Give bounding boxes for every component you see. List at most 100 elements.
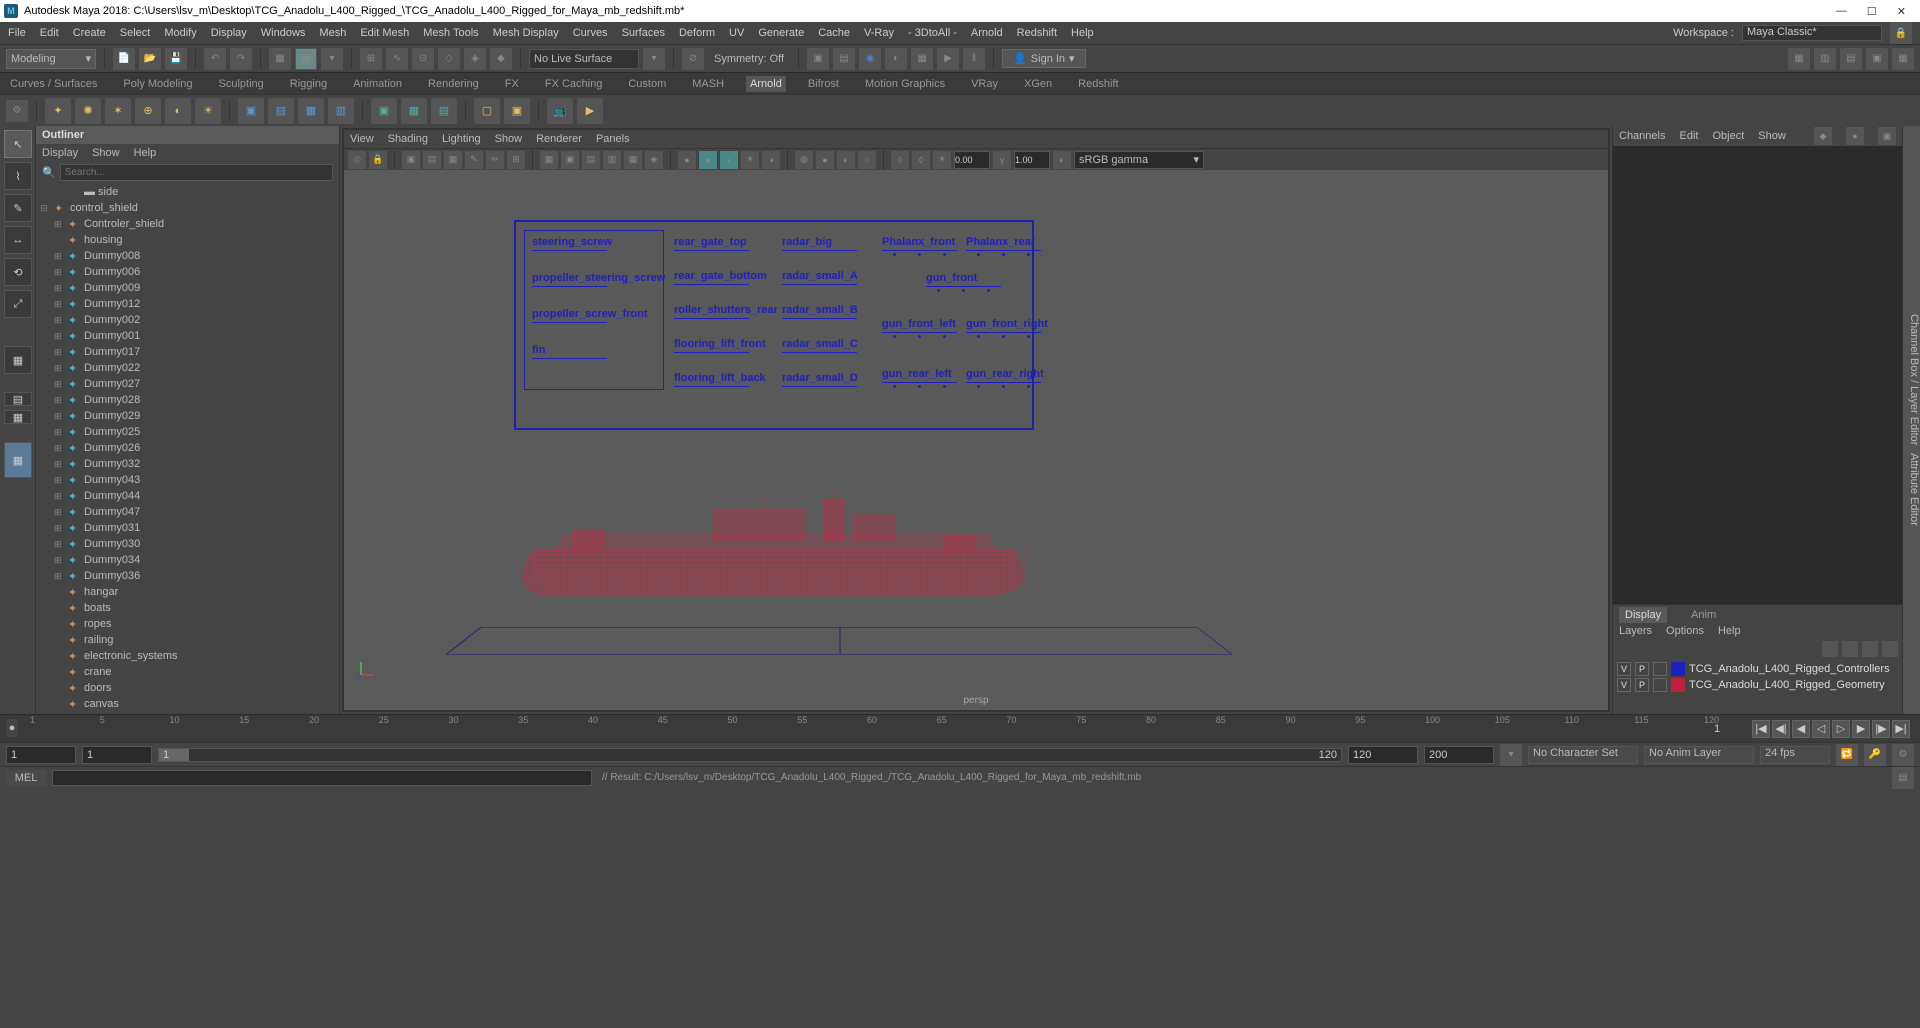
menu-windows[interactable]: Windows [261, 27, 306, 39]
outliner-node[interactable]: ✦doors [40, 680, 335, 696]
menu-file[interactable]: File [8, 27, 26, 39]
layer-tab-display[interactable]: Display [1619, 607, 1667, 623]
shelf-tab-arnold[interactable]: Arnold [746, 76, 786, 92]
outliner-menu-display[interactable]: Display [42, 147, 78, 159]
rig-control-rear_gate_bottom[interactable]: rear_gate_bottom [674, 270, 749, 285]
undo-icon[interactable]: ↶ [204, 48, 226, 70]
rig-control-radar_small_C[interactable]: radar_small_C [782, 338, 857, 353]
arnold-skydome-icon[interactable]: ✺ [75, 98, 101, 124]
outliner-node[interactable]: ⊞✦Dummy027 [40, 376, 335, 392]
range-start-field[interactable] [6, 746, 76, 764]
vp-colorspace-dropdown[interactable]: sRGB gamma▾ [1074, 151, 1204, 169]
vp-2d-zoom-icon[interactable]: ▦ [444, 151, 462, 169]
outliner-node[interactable]: ⊞✦Dummy032 [40, 456, 335, 472]
rig-control-Phalanx_front[interactable]: Phalanx_front [882, 236, 957, 256]
script-lang-button[interactable]: MEL [6, 770, 46, 786]
time-slider[interactable]: ● 15101520253035404550556065707580859095… [0, 714, 1920, 742]
outliner-node[interactable]: ⊞✦Dummy025 [40, 424, 335, 440]
rig-control-fin[interactable]: fin [532, 344, 607, 359]
vp-lights-icon[interactable]: ☀ [741, 151, 759, 169]
layer-menu-layers[interactable]: Layers [1619, 625, 1652, 641]
shelf-gear-icon[interactable]: ⚙ [6, 100, 28, 122]
close-icon[interactable]: ✕ [1897, 5, 1906, 18]
shelf-tab-vray[interactable]: VRay [967, 76, 1002, 92]
rig-control-rear_gate_top[interactable]: rear_gate_top [674, 236, 749, 251]
vp-wire-icon[interactable]: ◈ [645, 151, 663, 169]
vp-snap-icon[interactable]: ⊞ [507, 151, 525, 169]
arnold-volume-icon[interactable]: ▥ [328, 98, 354, 124]
snap-curve-icon[interactable]: ∿ [386, 48, 408, 70]
rig-control-gun_front[interactable]: gun_front [926, 272, 1001, 292]
outliner-node[interactable]: ⊞✦Dummy001 [40, 328, 335, 344]
outliner-node[interactable]: ✦boats [40, 600, 335, 616]
rtab-object[interactable]: Object [1712, 130, 1744, 142]
vp-smooth-icon[interactable]: ● [699, 151, 717, 169]
layer-menu-options[interactable]: Options [1666, 625, 1704, 641]
vp-xray-icon[interactable]: ◊ [891, 151, 909, 169]
arnold-shader-icon[interactable]: ▣ [238, 98, 264, 124]
outliner-node[interactable]: ⊞✦Dummy030 [40, 536, 335, 552]
menu-arnold[interactable]: Arnold [971, 27, 1003, 39]
vp-shadows-icon[interactable]: ◑ [762, 151, 780, 169]
range-inend-field[interactable] [1348, 746, 1418, 764]
outliner-node[interactable]: ⊞✦Controler_shield [40, 216, 335, 232]
step-forward-key-icon[interactable]: |▶ [1872, 720, 1890, 738]
signin-button[interactable]: 👤 Sign In ▾ [1002, 49, 1085, 68]
render-icon[interactable]: ▣ [807, 48, 829, 70]
snap-grid-icon[interactable]: ⊞ [360, 48, 382, 70]
autokey-toggle-icon[interactable]: 🔑 [1864, 744, 1886, 766]
rtab-edit[interactable]: Edit [1679, 130, 1698, 142]
shelf-tab-redshift[interactable]: Redshift [1074, 76, 1122, 92]
shelf-tab-sculpt[interactable]: Sculpting [215, 76, 268, 92]
shelf-tab-bifrost[interactable]: Bifrost [804, 76, 843, 92]
menu-deform[interactable]: Deform [679, 27, 715, 39]
outliner-node[interactable]: ⊞✦Dummy008 [40, 248, 335, 264]
persp-layout-icon[interactable]: ▦ [4, 442, 32, 478]
redo-icon[interactable]: ↷ [230, 48, 252, 70]
maximize-icon[interactable]: ☐ [1867, 5, 1877, 18]
rotate-tool-icon[interactable]: ⟲ [4, 258, 32, 286]
vp-safe-icon[interactable]: ▦ [624, 151, 642, 169]
rig-control-Phalanx_rear[interactable]: Phalanx_rear [966, 236, 1041, 256]
vp-gamma-field[interactable] [1014, 151, 1050, 169]
menu-create[interactable]: Create [73, 27, 106, 39]
arnold-physical-sky-icon[interactable]: ☀ [195, 98, 221, 124]
vp-exposure-field[interactable] [954, 151, 990, 169]
snap-view-icon[interactable]: ◈ [464, 48, 486, 70]
outliner-search-input[interactable] [60, 164, 333, 181]
arnold-curvecol-icon[interactable]: ▤ [268, 98, 294, 124]
autokey-icon[interactable]: ● [6, 719, 18, 737]
arnold-batch-icon[interactable]: ▶ [577, 98, 603, 124]
sidebar-tabs[interactable]: Channel Box / Layer Editor Attribute Edi… [1902, 126, 1920, 714]
shelf-tab-mograph[interactable]: Motion Graphics [861, 76, 949, 92]
layout-icon-1[interactable]: ▦ [1788, 48, 1810, 70]
menu-3dtoall[interactable]: - 3DtoAll - [908, 27, 957, 39]
outliner-node[interactable]: ⊞✦Dummy028 [40, 392, 335, 408]
vp-aa-icon[interactable]: ○ [858, 151, 876, 169]
hypershade-icon[interactable]: ◐ [885, 48, 907, 70]
paint-select-icon[interactable]: ✎ [4, 194, 32, 222]
vp-image-plane-icon[interactable]: ▤ [423, 151, 441, 169]
outliner-node[interactable]: ⊞✦Dummy029 [40, 408, 335, 424]
layer-add-icon[interactable] [1862, 641, 1878, 657]
range-end-field[interactable] [1424, 746, 1494, 764]
vp-colorspace-icon[interactable]: ◐ [1053, 151, 1071, 169]
rig-control-flooring_lift_front[interactable]: flooring_lift_front [674, 338, 749, 353]
loop-icon[interactable]: 🔁 [1836, 744, 1858, 766]
rtab-show[interactable]: Show [1758, 130, 1786, 142]
outliner-node[interactable]: ✦railing [40, 632, 335, 648]
vp-xrayj-icon[interactable]: ◊ [912, 151, 930, 169]
arnold-operator1-icon[interactable]: ▢ [474, 98, 500, 124]
vp-menu-panels[interactable]: Panels [596, 133, 630, 145]
outliner-node[interactable]: ✦ropes [40, 616, 335, 632]
outliner-node[interactable]: ⊞✦Dummy009 [40, 280, 335, 296]
outliner-node[interactable]: ⊞✦Dummy047 [40, 504, 335, 520]
arnold-operator2-icon[interactable]: ▣ [504, 98, 530, 124]
shelf-tab-rigging[interactable]: Rigging [286, 76, 331, 92]
goto-start-icon[interactable]: |◀ [1752, 720, 1770, 738]
minimize-icon[interactable]: — [1836, 5, 1847, 18]
range-instart-field[interactable] [82, 746, 152, 764]
rig-control-propeller_steering_screw[interactable]: propeller_steering_screw [532, 272, 607, 287]
layer-tab-anim[interactable]: Anim [1685, 607, 1722, 623]
menu-meshdisplay[interactable]: Mesh Display [493, 27, 559, 39]
